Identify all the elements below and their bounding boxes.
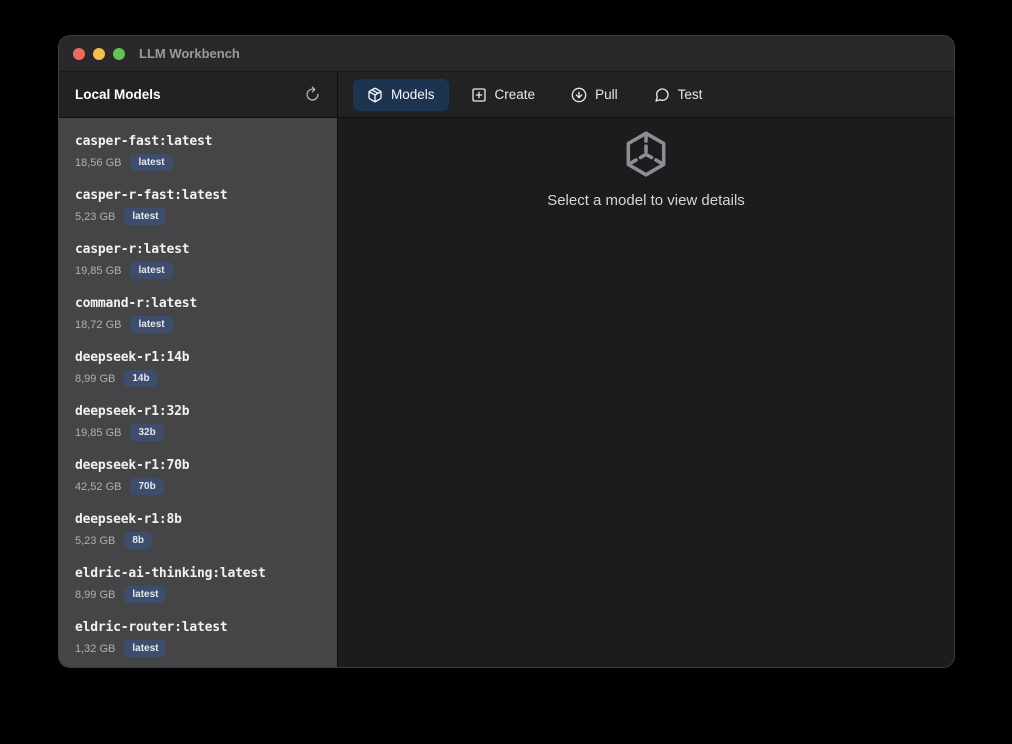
chat-bubble-icon (654, 87, 670, 103)
close-button[interactable] (73, 47, 85, 60)
tab-pull[interactable]: Pull (557, 79, 632, 111)
refresh-button[interactable] (304, 86, 321, 103)
model-list-item[interactable]: eldric-ai-thinking:latest 8,99 GB latest (59, 558, 337, 612)
model-list-item[interactable]: deepseek-r1:32b 19,85 GB 32b (59, 396, 337, 450)
model-tag-badge: 32b (130, 424, 164, 441)
header-row: Local Models Models Create Pull Test (59, 72, 954, 118)
sidebar-header: Local Models (59, 72, 338, 117)
model-name: eldric-ai-thinking:latest (75, 566, 266, 581)
tab-test[interactable]: Test (640, 79, 717, 111)
model-list-item[interactable]: command-r:latest 18,72 GB latest (59, 288, 337, 342)
model-list-item[interactable]: deepseek-r1:14b 8,99 GB 14b (59, 342, 337, 396)
model-size: 8,99 GB (75, 588, 116, 601)
model-meta: 19,85 GB latest (75, 262, 321, 279)
package-icon (367, 87, 383, 103)
model-tag-badge: latest (124, 208, 167, 225)
zoom-button[interactable] (113, 47, 125, 60)
tab-label: Test (677, 87, 703, 102)
main-panel: Select a model to view details (338, 118, 954, 667)
model-tag-badge: latest (130, 262, 173, 279)
model-meta: 19,85 GB 32b (75, 424, 321, 441)
model-size: 18,56 GB (75, 156, 122, 169)
model-name: casper-fast:latest (75, 134, 213, 149)
model-size: 5,23 GB (75, 534, 116, 547)
model-tag-badge: 8b (124, 532, 153, 549)
app-window: LLM Workbench Local Models Models Create… (58, 35, 955, 668)
model-tag-badge: latest (130, 316, 173, 333)
model-meta: 42,52 GB 70b (75, 478, 321, 495)
model-meta: 18,56 GB latest (75, 154, 321, 171)
model-meta: 1,32 GB latest (75, 640, 321, 657)
content: casper-fast:latest 18,56 GB latest caspe… (59, 118, 954, 667)
model-name: eldric-router:latest (75, 620, 228, 635)
model-list-item[interactable]: casper-r-fast:latest 5,23 GB latest (59, 180, 337, 234)
model-size: 19,85 GB (75, 264, 122, 277)
minimize-button[interactable] (93, 47, 105, 60)
model-list-item[interactable]: eldric-router:latest 1,32 GB latest (59, 612, 337, 666)
model-size: 18,72 GB (75, 318, 122, 331)
traffic-lights (73, 47, 125, 60)
model-tag-badge: latest (124, 586, 167, 603)
model-name: deepseek-r1:8b (75, 512, 182, 527)
model-meta: 5,23 GB latest (75, 208, 321, 225)
model-name: deepseek-r1:14b (75, 350, 190, 365)
model-list-item[interactable]: deepseek-r1:70b 42,52 GB 70b (59, 450, 337, 504)
model-size: 42,52 GB (75, 480, 122, 493)
model-meta: 5,23 GB 8b (75, 532, 321, 549)
refresh-icon (304, 86, 321, 103)
titlebar: LLM Workbench (59, 36, 954, 72)
model-size: 19,85 GB (75, 426, 122, 439)
model-meta: 18,72 GB latest (75, 316, 321, 333)
tab-create[interactable]: Create (457, 79, 550, 111)
model-meta: 8,99 GB latest (75, 586, 321, 603)
cube-wireframe-icon (621, 129, 671, 179)
model-size: 8,99 GB (75, 372, 116, 385)
model-name: command-r:latest (75, 296, 198, 311)
tabbar: Models Create Pull Test (338, 72, 954, 117)
tab-label: Create (494, 87, 536, 102)
tab-label: Models (391, 87, 435, 102)
model-list-item[interactable]: casper-fast:latest 18,56 GB latest (59, 126, 337, 180)
model-size: 1,32 GB (75, 642, 116, 655)
window-title: LLM Workbench (139, 46, 240, 61)
model-tag-badge: 70b (130, 478, 164, 495)
model-name: deepseek-r1:70b (75, 458, 190, 473)
model-name: deepseek-r1:32b (75, 404, 190, 419)
tab-models[interactable]: Models (353, 78, 449, 111)
model-list: casper-fast:latest 18,56 GB latest caspe… (59, 118, 338, 667)
plus-square-icon (471, 87, 487, 103)
sidebar-title: Local Models (75, 87, 161, 102)
model-meta: 8,99 GB 14b (75, 370, 321, 387)
empty-state-message: Select a model to view details (547, 192, 745, 209)
model-name: casper-r:latest (75, 242, 190, 257)
model-size: 5,23 GB (75, 210, 116, 223)
tab-label: Pull (595, 87, 618, 102)
download-circle-icon (571, 87, 587, 103)
model-list-item[interactable]: casper-r:latest 19,85 GB latest (59, 234, 337, 288)
model-tag-badge: latest (124, 640, 167, 657)
model-list-item[interactable]: deepseek-r1:8b 5,23 GB 8b (59, 504, 337, 558)
model-tag-badge: latest (130, 154, 173, 171)
model-tag-badge: 14b (124, 370, 158, 387)
model-name: casper-r-fast:latest (75, 188, 228, 203)
